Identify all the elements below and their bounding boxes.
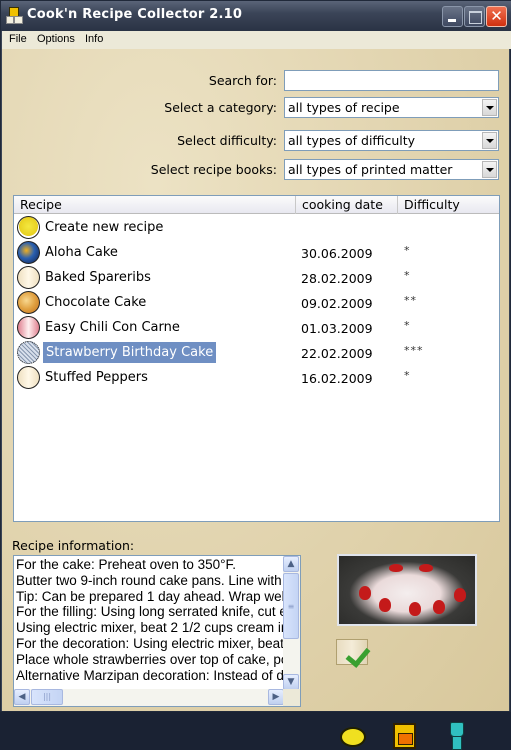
column-difficulty[interactable]: Difficulty bbox=[398, 196, 499, 214]
difficulty-rating: *** bbox=[404, 344, 424, 357]
book-icon bbox=[17, 366, 40, 389]
new-recipe-icon bbox=[17, 216, 40, 239]
column-recipe[interactable]: Recipe bbox=[14, 196, 296, 214]
cooking-date: 30.06.2009 bbox=[301, 246, 373, 261]
cooking-date: 22.02.2009 bbox=[301, 346, 373, 361]
cooking-date: 09.02.2009 bbox=[301, 296, 373, 311]
minimize-button[interactable] bbox=[442, 6, 463, 27]
recipe-name[interactable]: Chocolate Cake bbox=[43, 294, 148, 315]
books-select[interactable]: all types of printed matter bbox=[284, 159, 499, 180]
book-icon bbox=[17, 266, 40, 289]
cooking-date: 28.02.2009 bbox=[301, 271, 373, 286]
recipe-info-label: Recipe information: bbox=[12, 538, 135, 553]
category-value: all types of recipe bbox=[288, 100, 400, 115]
info-line: Tip: Can be prepared 1 day ahead. Wrap w… bbox=[16, 588, 284, 604]
food-photo-icon bbox=[17, 291, 40, 314]
menu-options[interactable]: Options bbox=[37, 33, 75, 45]
table-row[interactable]: Stuffed Peppers 16.02.2009 * bbox=[14, 365, 499, 390]
main-panel: Search for: Select a category: all types… bbox=[2, 49, 509, 750]
horizontal-scrollbar[interactable]: ◀ ||| ▶ bbox=[14, 689, 284, 706]
info-line: For the cake: Preheat oven to 350°F. bbox=[16, 557, 237, 572]
difficulty-value: all types of difficulty bbox=[288, 133, 416, 148]
chevron-down-icon[interactable] bbox=[482, 99, 497, 116]
table-row[interactable]: Strawberry Birthday Cake 22.02.2009 *** bbox=[14, 340, 499, 365]
difficulty-rating: ** bbox=[404, 294, 417, 307]
chevron-down-icon[interactable] bbox=[482, 132, 497, 149]
table-row[interactable]: Create new recipe bbox=[14, 215, 499, 240]
app-icon[interactable] bbox=[6, 7, 23, 25]
hscroll-thumb[interactable]: ||| bbox=[31, 689, 63, 705]
difficulty-select[interactable]: all types of difficulty bbox=[284, 130, 499, 151]
pan-icon[interactable] bbox=[340, 727, 366, 747]
scroll-left-icon[interactable]: ◀ bbox=[14, 689, 30, 705]
close-button[interactable]: ✕ bbox=[486, 6, 507, 27]
books-label: Select recipe books: bbox=[150, 162, 277, 177]
difficulty-label: Select difficulty: bbox=[177, 133, 277, 148]
close-icon: ✕ bbox=[490, 7, 503, 25]
info-line: Alternative Marzipan decoration: Instead… bbox=[16, 667, 284, 683]
mixer-icon[interactable] bbox=[450, 722, 464, 750]
globe-icon bbox=[17, 241, 40, 264]
cooking-date: 01.03.2009 bbox=[301, 321, 373, 336]
category-select[interactable]: all types of recipe bbox=[284, 97, 499, 118]
table-row[interactable]: Chocolate Cake 09.02.2009 ** bbox=[14, 290, 499, 315]
difficulty-rating: * bbox=[404, 269, 411, 282]
books-value: all types of printed matter bbox=[288, 162, 453, 177]
table-row[interactable]: Baked Spareribs 28.02.2009 * bbox=[14, 265, 499, 290]
recipe-book-check-icon[interactable] bbox=[336, 639, 371, 668]
cooking-date: 16.02.2009 bbox=[301, 371, 373, 386]
maximize-button[interactable] bbox=[464, 6, 485, 27]
table-row[interactable]: Aloha Cake 30.06.2009 * bbox=[14, 240, 499, 265]
info-line: For the decoration: Using electric mixer… bbox=[16, 635, 284, 651]
vertical-scrollbar[interactable]: ▲ ≡ ▼ bbox=[283, 556, 300, 690]
category-label: Select a category: bbox=[164, 100, 277, 115]
recipe-name[interactable]: Easy Chili Con Carne bbox=[43, 319, 182, 340]
recipe-name[interactable]: Baked Spareribs bbox=[43, 269, 153, 290]
info-line: For the filling: Using long serrated kni… bbox=[16, 604, 284, 620]
scroll-thumb[interactable]: ≡ bbox=[283, 573, 299, 639]
difficulty-rating: * bbox=[404, 369, 411, 382]
window-title: Cook'n Recipe Collector 2.10 bbox=[27, 7, 243, 22]
scroll-down-icon[interactable]: ▼ bbox=[283, 674, 299, 690]
recipe-name[interactable]: Stuffed Peppers bbox=[43, 369, 150, 390]
info-line: Place whole strawberries over top of cak… bbox=[16, 651, 284, 667]
scroll-corner bbox=[283, 689, 300, 706]
difficulty-rating: * bbox=[404, 319, 411, 332]
search-label: Search for: bbox=[208, 73, 277, 88]
scroll-right-icon[interactable]: ▶ bbox=[268, 689, 284, 705]
oven-icon[interactable] bbox=[393, 723, 416, 749]
menu-info[interactable]: Info bbox=[85, 33, 103, 45]
recipe-photo bbox=[337, 554, 477, 626]
book-red-icon bbox=[17, 316, 40, 339]
table-row[interactable]: Easy Chili Con Carne 01.03.2009 * bbox=[14, 315, 499, 340]
recipe-name[interactable]: Create new recipe bbox=[43, 219, 165, 240]
search-input[interactable] bbox=[284, 70, 499, 91]
recipe-info-text: For the cake: Preheat oven to 350°F. Butt… bbox=[16, 557, 284, 683]
recipe-list[interactable]: Recipe cooking date Difficulty Create ne… bbox=[13, 195, 500, 522]
recipe-info-textbox[interactable]: For the cake: Preheat oven to 350°F. Butt… bbox=[13, 555, 301, 707]
menu-bar: File Options Info bbox=[2, 31, 511, 49]
title-bar[interactable]: Cook'n Recipe Collector 2.10 ✕ bbox=[1, 1, 511, 31]
list-header: Recipe cooking date Difficulty bbox=[14, 196, 499, 214]
column-cooking-date[interactable]: cooking date bbox=[296, 196, 398, 214]
info-line: Butter two 9-inch round cake pans. Line … bbox=[16, 572, 284, 588]
recipe-name[interactable]: Strawberry Birthday Cake bbox=[43, 342, 217, 363]
scroll-up-icon[interactable]: ▲ bbox=[283, 556, 299, 572]
app-window: Cook'n Recipe Collector 2.10 ✕ File Opti… bbox=[0, 0, 511, 750]
info-line: Using electric mixer, beat 2 1/2 cups cr… bbox=[16, 620, 284, 636]
chevron-down-icon[interactable] bbox=[482, 161, 497, 178]
menu-file[interactable]: File bbox=[9, 33, 27, 45]
hatched-circle-icon bbox=[17, 341, 40, 364]
difficulty-rating: * bbox=[404, 244, 411, 257]
recipe-name[interactable]: Aloha Cake bbox=[43, 244, 120, 265]
